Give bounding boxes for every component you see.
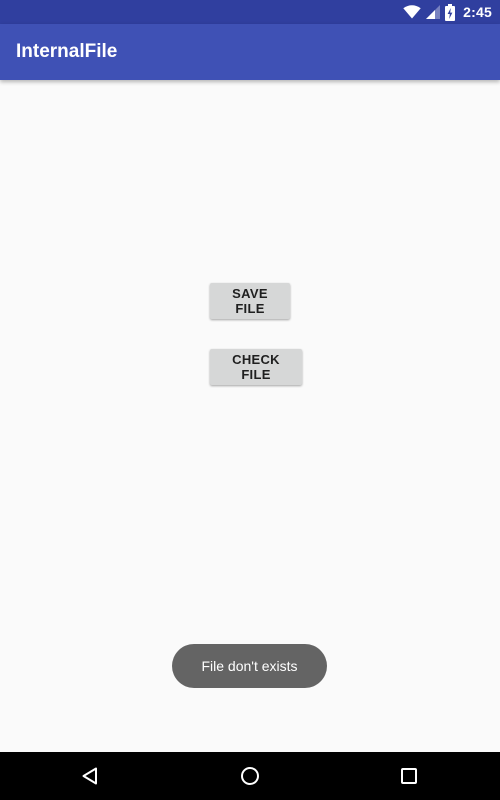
back-icon xyxy=(82,767,97,785)
recents-icon xyxy=(401,768,417,784)
status-bar: 2:45 xyxy=(0,0,500,24)
recents-button[interactable] xyxy=(385,752,433,800)
status-icons: 2:45 xyxy=(403,0,492,24)
back-button[interactable] xyxy=(66,752,114,800)
save-file-button[interactable]: SAVE FILE xyxy=(210,283,290,319)
app-screen: 2:45 InternalFile SAVE FILE CHECK FILE F… xyxy=(0,0,500,800)
status-clock: 2:45 xyxy=(463,4,492,20)
cellular-signal-icon xyxy=(426,5,441,19)
navigation-bar xyxy=(0,752,500,800)
toast-message: File don't exists xyxy=(172,644,327,688)
check-file-button[interactable]: CHECK FILE xyxy=(210,349,302,385)
app-title: InternalFile xyxy=(16,41,118,62)
home-button[interactable] xyxy=(226,752,274,800)
app-bar: InternalFile xyxy=(0,24,500,80)
battery-charging-icon xyxy=(445,3,456,21)
wifi-icon xyxy=(403,5,421,19)
home-icon xyxy=(241,767,259,785)
